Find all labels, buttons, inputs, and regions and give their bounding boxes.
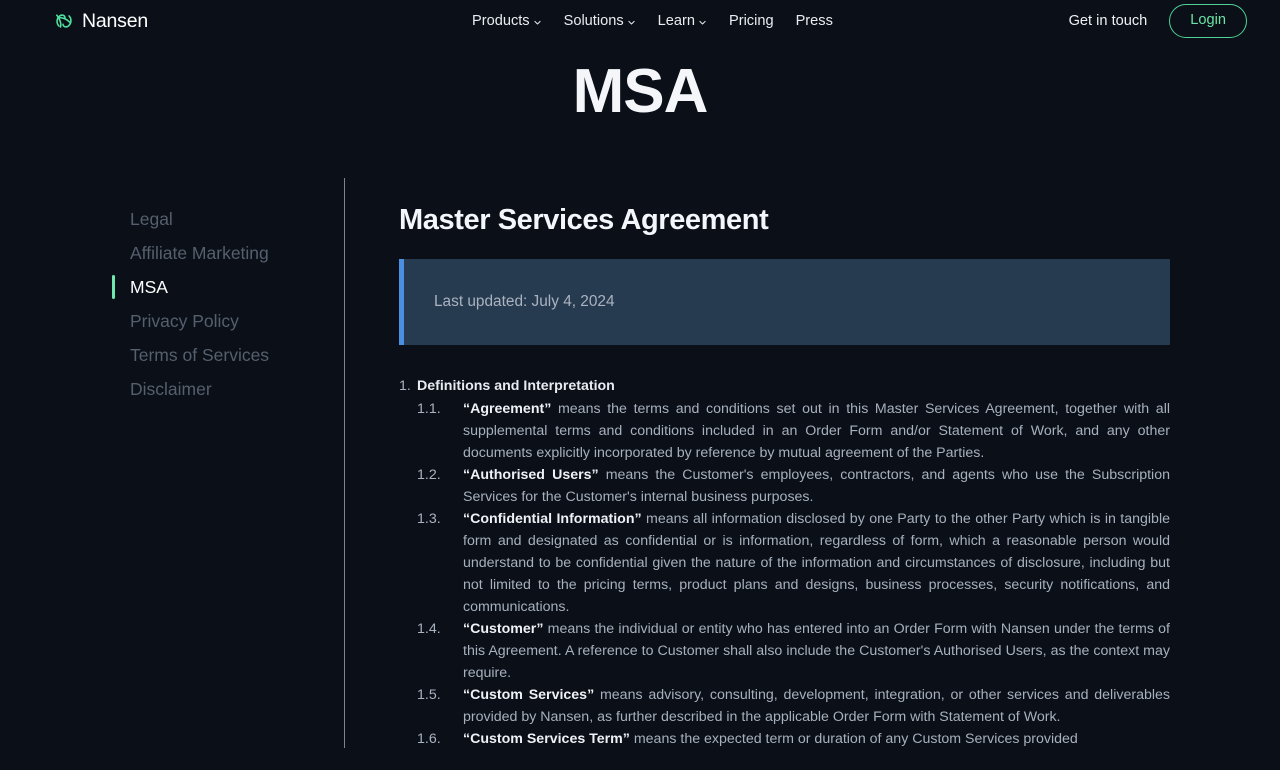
page-body: Legal Affiliate Marketing MSA Privacy Po… (0, 178, 1280, 750)
clause-term: “Custom Services Term” (463, 731, 630, 747)
document-content: Master Services Agreement Last updated: … (345, 190, 1280, 750)
clause-body: means the terms and conditions set out i… (463, 401, 1170, 461)
clause-text: “Agreement” means the terms and conditio… (463, 398, 1170, 464)
sidebar-item-legal[interactable]: Legal (112, 202, 344, 236)
chevron-down-icon (699, 20, 706, 24)
sidebar-item-disclaimer[interactable]: Disclaimer (112, 372, 344, 406)
legal-section: Definitions and Interpretation “Agreemen… (399, 375, 1170, 750)
clause-body: means the individual or entity who has e… (463, 621, 1170, 681)
login-button[interactable]: Login (1169, 4, 1247, 38)
last-updated-callout: Last updated: July 4, 2024 (399, 259, 1170, 345)
clause-item: “Agreement” means the terms and conditio… (417, 398, 1170, 464)
sidebar-item-terms-of-services[interactable]: Terms of Services (112, 338, 344, 372)
get-in-touch-link[interactable]: Get in touch (1069, 13, 1148, 29)
legal-sidebar: Legal Affiliate Marketing MSA Privacy Po… (112, 190, 344, 750)
clause-text: “Customer” means the individual or entit… (463, 618, 1170, 684)
clause-body: means the expected term or duration of a… (629, 731, 1078, 747)
sidebar-item-msa[interactable]: MSA (112, 270, 344, 304)
clause-term: “Authorised Users” (463, 467, 599, 483)
nav-label-solutions: Solutions (563, 13, 624, 29)
primary-nav: Products Solutions Learn Pricing Press (472, 0, 833, 42)
nav-item-press[interactable]: Press (796, 13, 833, 29)
last-updated-text: Last updated: July 4, 2024 (434, 293, 615, 310)
clause-item: “Custom Services” means advisory, consul… (417, 684, 1170, 728)
page-title: MSA (572, 57, 709, 126)
hero-section: MSA (0, 42, 1280, 190)
chevron-down-icon (628, 20, 635, 24)
nav-label-press: Press (795, 13, 833, 29)
nav-item-solutions[interactable]: Solutions (564, 13, 636, 29)
clause-text: “Custom Services” means advisory, consul… (463, 684, 1170, 728)
clause-text: “Authorised Users” means the Customer's … (463, 464, 1170, 508)
sidebar-item-affiliate-marketing[interactable]: Affiliate Marketing (112, 236, 344, 270)
clause-term: “Confidential Information” (463, 511, 642, 527)
clause-text: “Confidential Information” means all inf… (463, 508, 1170, 618)
clause-item: “Authorised Users” means the Customer's … (417, 464, 1170, 508)
nav-actions: Get in touch Login (1069, 0, 1247, 42)
nav-item-pricing[interactable]: Pricing (729, 13, 774, 29)
chevron-down-icon (533, 20, 541, 24)
legal-sections-list: Definitions and Interpretation “Agreemen… (399, 375, 1170, 750)
top-navigation-bar: Nansen Products Solutions Learn Pricing … (0, 0, 1280, 42)
clause-term: “Customer” (463, 621, 544, 637)
nav-label-pricing: Pricing (728, 13, 774, 29)
clause-list: “Agreement” means the terms and conditio… (417, 398, 1170, 750)
document-title: Master Services Agreement (399, 204, 769, 236)
clause-item: “Custom Services Term” means the expecte… (417, 728, 1170, 750)
nav-label-products: Products (472, 13, 530, 29)
clause-item: “Customer” means the individual or entit… (417, 618, 1170, 684)
brand-name: Nansen (82, 9, 149, 32)
nansen-logo-icon (53, 10, 75, 32)
clause-item: “Confidential Information” means all inf… (417, 508, 1170, 618)
nav-item-learn[interactable]: Learn (658, 13, 707, 29)
clause-term: “Custom Services” (463, 687, 595, 703)
nav-item-products[interactable]: Products (472, 13, 542, 29)
nav-label-learn: Learn (657, 13, 695, 29)
brand-logo-link[interactable]: Nansen (53, 10, 148, 33)
sidebar-item-privacy-policy[interactable]: Privacy Policy (112, 304, 344, 338)
section-heading: Definitions and Interpretation (417, 378, 615, 394)
clause-text: “Custom Services Term” means the expecte… (463, 728, 1170, 750)
clause-term: “Agreement” (463, 401, 552, 417)
